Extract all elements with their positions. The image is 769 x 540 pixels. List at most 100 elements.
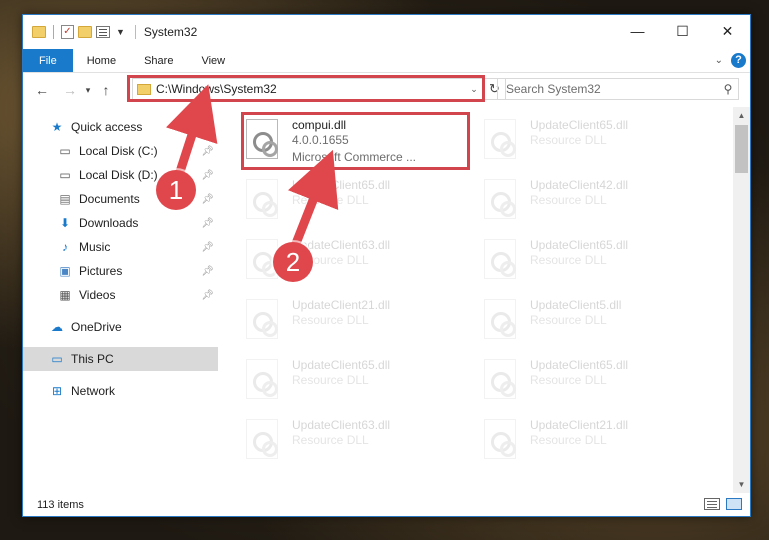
forward-arrow-icon[interactable]: → (59, 82, 81, 98)
scroll-up-arrow-icon[interactable]: ▲ (733, 107, 750, 124)
back-arrow-icon[interactable]: ← (31, 82, 53, 98)
file-description: Resource DLL (530, 433, 607, 447)
file-description: Resource DLL (530, 373, 607, 387)
sidebar-item-label: Local Disk (C:) (79, 144, 158, 158)
file-name: UpdateClient65.dll (530, 358, 629, 372)
sidebar-item-onedrive[interactable]: ☁ OneDrive (23, 315, 218, 339)
pin-icon[interactable]: 📌︎ (201, 170, 214, 181)
file-item[interactable]: UpdateClient65.dll Resource DLL (480, 235, 710, 291)
details-view-icon[interactable] (704, 498, 720, 510)
step-2-callout: 2 (273, 242, 313, 282)
address-bar-highlight (127, 75, 485, 102)
file-item[interactable]: UpdateClient65.dll Resource DLL (242, 175, 472, 231)
search-icon[interactable]: ⚲ (718, 82, 738, 96)
file-item[interactable]: UpdateClient5.dll Resource DLL (480, 295, 710, 351)
videos-icon: ▦ (59, 288, 71, 302)
pin-icon[interactable]: 📌︎ (201, 266, 214, 277)
pin-icon[interactable]: 📌︎ (201, 194, 214, 205)
file-item[interactable]: UpdateClient63.dll Resource DLL (242, 415, 472, 471)
tab-home[interactable]: Home (73, 49, 130, 72)
search-input[interactable]: Search System32 (506, 82, 718, 96)
scroll-thumb[interactable] (735, 125, 748, 173)
file-description: Resource DLL (292, 313, 369, 327)
view-switcher (704, 498, 742, 510)
documents-icon: ▤ (59, 192, 71, 206)
new-folder-icon[interactable] (78, 26, 92, 38)
status-bar: 113 items (23, 493, 750, 516)
customize-properties-icon[interactable] (96, 26, 110, 38)
dll-file-icon (246, 179, 278, 219)
tab-view[interactable]: View (187, 49, 239, 72)
file-description: Resource DLL (530, 253, 607, 267)
sidebar-item-quick-access[interactable]: ★ Quick access (23, 115, 218, 139)
tab-share[interactable]: Share (130, 49, 187, 72)
file-name: UpdateClient65.dll (530, 118, 629, 132)
properties-check-icon[interactable]: ✓ (61, 25, 74, 39)
file-item[interactable]: UpdateClient21.dll Resource DLL (242, 295, 472, 351)
sidebar-item-downloads[interactable]: ⬇ Downloads 📌︎ (23, 211, 218, 235)
file-name: UpdateClient63.dll (292, 418, 391, 432)
drive-icon: ▭ (59, 144, 71, 158)
item-count: 113 items (37, 498, 84, 511)
sidebar-item-label: Network (71, 384, 116, 398)
drive-icon: ▭ (59, 168, 71, 182)
pin-icon[interactable]: 📌︎ (201, 242, 214, 253)
file-description: Resource DLL (530, 313, 607, 327)
file-description: Resource DLL (292, 193, 369, 207)
pin-icon[interactable]: 📌︎ (201, 290, 214, 301)
expand-ribbon-chevron-icon[interactable]: ⌄ (715, 55, 723, 66)
downloads-icon: ⬇ (59, 216, 71, 230)
music-icon: ♪ (62, 240, 68, 254)
computer-icon: ▭ (51, 352, 63, 366)
ribbon-tabs: File Home Share View ⌄ ? (23, 49, 750, 73)
cloud-icon: ☁ (51, 320, 63, 334)
sidebar-item-this-pc[interactable]: ▭ This PC (23, 347, 218, 371)
pin-icon[interactable]: 📌︎ (201, 146, 214, 157)
sidebar-item-label: Quick access (71, 120, 143, 134)
file-name: UpdateClient5.dll (530, 298, 622, 312)
file-item[interactable]: UpdateClient65.dll Resource DLL (242, 355, 472, 411)
file-item[interactable]: UpdateClient65.dll Resource DLL (480, 115, 710, 171)
step-1-callout: 1 (156, 170, 196, 210)
chevron-down-icon[interactable]: ▼ (116, 27, 125, 37)
dll-file-icon (484, 239, 516, 279)
help-icon[interactable]: ? (731, 53, 746, 68)
window-controls: — ☐ ✕ (615, 15, 750, 47)
vertical-scrollbar[interactable]: ▲ ▼ (733, 107, 750, 493)
quick-access-toolbar: ✓ ▼ (23, 25, 125, 39)
recent-locations-chevron-icon[interactable]: ▾ (81, 85, 95, 96)
tab-file[interactable]: File (23, 49, 73, 72)
window-title: System32 (134, 25, 197, 39)
file-item[interactable]: UpdateClient21.dll Resource DLL (480, 415, 710, 471)
up-arrow-icon[interactable]: ↑ (95, 82, 117, 98)
close-button[interactable]: ✕ (705, 15, 750, 47)
file-name: UpdateClient21.dll (292, 298, 391, 312)
minimize-button[interactable]: — (615, 15, 660, 47)
file-description: Resource DLL (530, 133, 607, 147)
sidebar-item-music[interactable]: ♪ Music 📌︎ (23, 235, 218, 259)
file-item[interactable]: UpdateClient65.dll Resource DLL (480, 355, 710, 411)
file-name: UpdateClient65.dll (530, 238, 629, 252)
dll-file-icon (484, 419, 516, 459)
ribbon-right-controls: ⌄ ? (715, 53, 746, 68)
dll-file-icon (484, 299, 516, 339)
file-name: UpdateClient65.dll (292, 178, 391, 192)
file-item[interactable]: UpdateClient42.dll Resource DLL (480, 175, 710, 231)
toolbar-divider (53, 25, 54, 39)
dll-file-icon (484, 359, 516, 399)
scroll-down-arrow-icon[interactable]: ▼ (733, 476, 750, 493)
search-box[interactable]: Search System32 ⚲ (497, 78, 739, 100)
maximize-button[interactable]: ☐ (660, 15, 705, 47)
sidebar-item-local-disk-c[interactable]: ▭ Local Disk (C:) 📌︎ (23, 139, 218, 163)
dll-file-icon (246, 419, 278, 459)
sidebar-item-network[interactable]: ⊞ Network (23, 379, 218, 403)
sidebar-item-videos[interactable]: ▦ Videos 📌︎ (23, 283, 218, 307)
large-icons-view-icon[interactable] (726, 498, 742, 510)
network-icon: ⊞ (51, 384, 63, 398)
sidebar-item-pictures[interactable]: ▣ Pictures 📌︎ (23, 259, 218, 283)
pin-icon[interactable]: 📌︎ (201, 218, 214, 229)
sidebar-item-label: Local Disk (D:) (79, 168, 158, 182)
sidebar-item-label: OneDrive (71, 320, 122, 334)
title-bar: ✓ ▼ System32 — ☐ ✕ (23, 15, 750, 49)
dll-file-icon (484, 119, 516, 159)
